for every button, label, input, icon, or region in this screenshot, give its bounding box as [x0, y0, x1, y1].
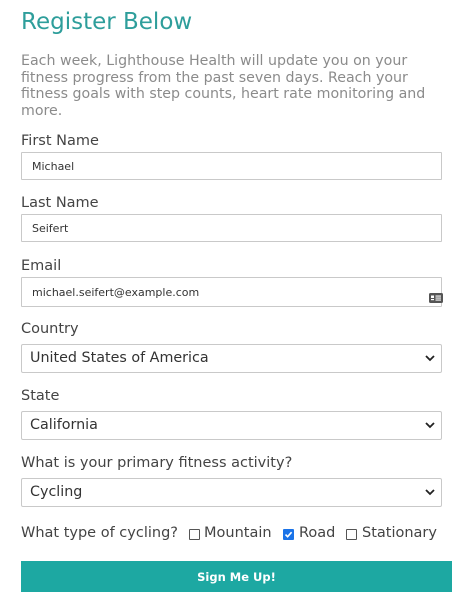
mountain-option-label[interactable]: Mountain — [204, 525, 272, 541]
stationary-option-label[interactable]: Stationary — [362, 525, 437, 541]
activity-label: What is your primary fitness activity? — [21, 455, 293, 471]
cycling-type-label: What type of cycling? — [21, 525, 178, 541]
first-name-label: First Name — [21, 133, 99, 149]
chevron-down-icon — [425, 422, 435, 429]
form-title: Register Below — [21, 9, 193, 35]
state-select[interactable]: California — [21, 411, 442, 440]
email-label: Email — [21, 258, 62, 274]
sign-me-up-button[interactable]: Sign Me Up! — [21, 561, 452, 592]
activity-select-value: Cycling — [30, 484, 83, 500]
last-name-label: Last Name — [21, 195, 99, 211]
country-label: Country — [21, 321, 79, 337]
road-checkbox[interactable] — [283, 529, 294, 540]
country-select[interactable]: United States of America — [21, 344, 442, 373]
state-label: State — [21, 388, 60, 404]
chevron-down-icon — [425, 489, 435, 496]
email-input[interactable] — [21, 277, 442, 307]
first-name-input[interactable] — [21, 152, 442, 180]
country-select-value: United States of America — [30, 350, 209, 366]
road-option-label[interactable]: Road — [299, 525, 335, 541]
stationary-checkbox[interactable] — [346, 529, 357, 540]
activity-select[interactable]: Cycling — [21, 478, 442, 507]
contact-card-icon[interactable] — [429, 293, 443, 303]
intro-text: Each week, Lighthouse Health will update… — [21, 53, 426, 119]
mountain-checkbox[interactable] — [189, 529, 200, 540]
last-name-input[interactable] — [21, 214, 442, 242]
cycling-type-group: What type of cycling? Mountain Road Stat… — [21, 524, 461, 544]
state-select-value: California — [30, 417, 98, 433]
chevron-down-icon — [425, 355, 435, 362]
checkmark-icon — [284, 531, 293, 538]
